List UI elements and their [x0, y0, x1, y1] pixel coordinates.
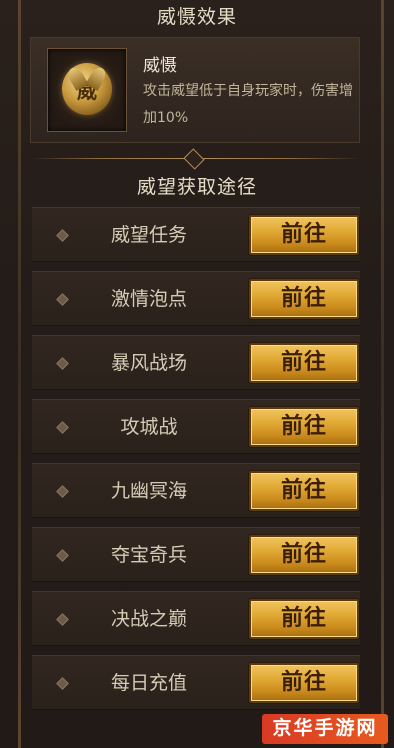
effect-card: 威 威慑 攻击威望低于自身玩家时，伤害增加10%: [30, 37, 360, 143]
diamond-bullet-icon: [56, 613, 69, 626]
route-row: 九幽冥海 前往: [32, 463, 360, 518]
frame-border-right: [381, 0, 384, 748]
go-button[interactable]: 前往: [249, 535, 359, 575]
go-button[interactable]: 前往: [249, 407, 359, 447]
diamond-bullet-icon: [56, 549, 69, 562]
diamond-bullet-icon: [56, 485, 69, 498]
diamond-bullet-icon: [56, 293, 69, 306]
route-label: 夺宝奇兵: [110, 544, 187, 566]
route-label: 每日充值: [110, 672, 187, 694]
route-row: 决战之巅 前往: [32, 591, 360, 646]
route-row: 每日充值 前往: [32, 655, 360, 710]
site-watermark: 京华手游网: [262, 714, 388, 744]
effect-description: 攻击威望低于自身玩家时，伤害增加10%: [143, 83, 353, 126]
route-label: 攻城战: [120, 416, 178, 438]
route-row: 暴风战场 前往: [32, 335, 360, 390]
route-row: 威望任务 前往: [32, 207, 360, 262]
route-row: 激情泡点 前往: [32, 271, 360, 326]
effect-section-title: 威慑效果: [156, 6, 237, 28]
go-button[interactable]: 前往: [249, 599, 359, 639]
route-label: 暴风战场: [110, 352, 187, 374]
diamond-bullet-icon: [56, 229, 69, 242]
routes-section-title: 威望获取途径: [136, 176, 257, 198]
diamond-bullet-icon: [56, 421, 69, 434]
route-row: 攻城战 前往: [32, 399, 360, 454]
deterrence-badge-icon: 威: [62, 63, 112, 115]
diamond-bullet-icon: [56, 357, 69, 370]
go-button[interactable]: 前往: [249, 471, 359, 511]
effect-name: 威慑: [143, 56, 177, 76]
go-button[interactable]: 前往: [249, 343, 359, 383]
route-label: 九幽冥海: [110, 480, 187, 502]
route-label: 决战之巅: [110, 608, 187, 630]
go-button[interactable]: 前往: [249, 215, 359, 255]
route-row: 夺宝奇兵 前往: [32, 527, 360, 582]
go-button[interactable]: 前往: [249, 279, 359, 319]
frame-border-left: [18, 0, 21, 748]
route-list: 威望任务 前往 激情泡点 前往 暴风战场 前往 攻城战 前往 九幽冥海 前往 夺…: [32, 207, 360, 719]
route-label: 激情泡点: [110, 288, 187, 310]
effect-badge-frame: 威: [47, 48, 127, 132]
go-button[interactable]: 前往: [249, 663, 359, 703]
diamond-bullet-icon: [56, 677, 69, 690]
divider-ornament-icon: [183, 148, 205, 170]
route-label: 威望任务: [110, 224, 187, 246]
